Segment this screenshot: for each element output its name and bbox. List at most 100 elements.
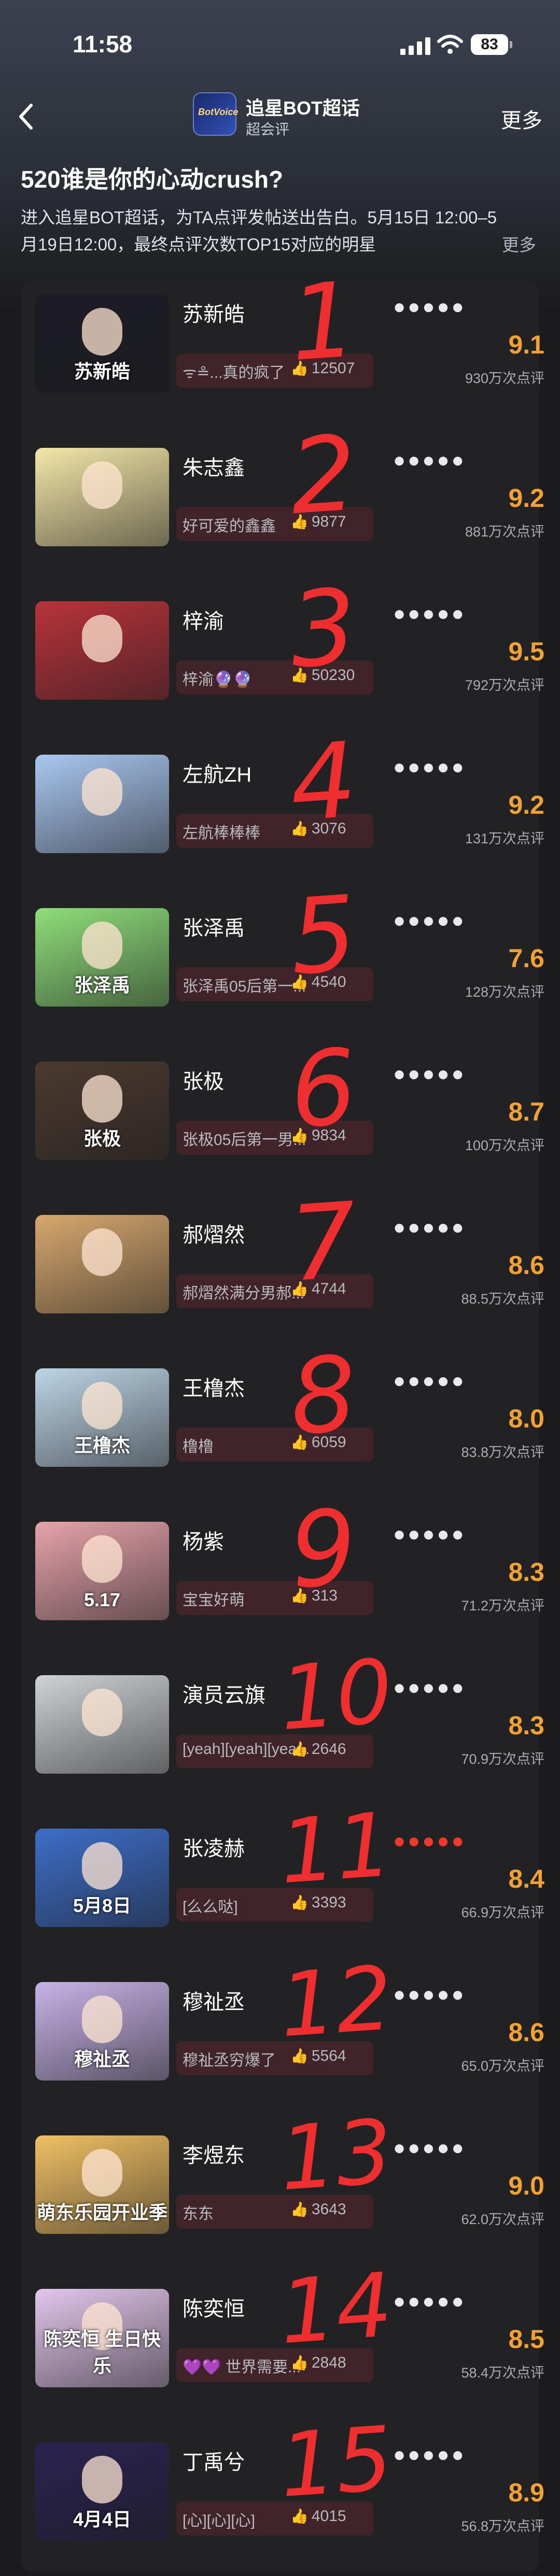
- item-score: 8.0: [508, 1404, 544, 1433]
- item-thumbnail: 4月4日: [35, 2442, 169, 2541]
- apple-rating-icons: ●●●●●: [393, 1676, 466, 1699]
- handwritten-rank: 4: [286, 719, 361, 845]
- thumbnail-caption: 5.17: [83, 1589, 121, 1610]
- handwritten-rank: 3: [286, 566, 361, 692]
- item-name[interactable]: 张凌赫: [183, 1832, 245, 1862]
- apple-rating-icons: ●●●●●: [393, 1369, 466, 1392]
- handwritten-rank: 15: [276, 2407, 396, 2518]
- avatar: [82, 1382, 122, 1429]
- item-thumbnail: 穆祉丞: [35, 1982, 169, 2080]
- list-item[interactable]: 苏新皓 苏新皓 ᯤ≗...真的疯了 👍 12507 ●●●●● 9.1 930万次点评 1: [21, 260, 544, 393]
- item-name[interactable]: 丁禹兮: [183, 2445, 245, 2475]
- more-button[interactable]: 更多: [501, 104, 542, 134]
- avatar: [82, 1689, 122, 1736]
- intro-description: 进入追星BOT超话，为TA点评发帖送出告白。5月15日 12:00–5月19日1…: [21, 208, 497, 254]
- item-thumbnail: [35, 448, 169, 546]
- item-score: 9.2: [508, 790, 544, 819]
- item-name[interactable]: 朱志鑫: [183, 451, 245, 481]
- item-score: 8.6: [508, 2018, 544, 2047]
- list-item[interactable]: 萌东乐园开业季 李煜东 东东 👍 3643 ●●●●● 9.0 62.0万次点评 13: [21, 2101, 544, 2234]
- handwritten-rank: 14: [276, 2254, 396, 2365]
- avatar: [82, 922, 122, 969]
- list-item[interactable]: 郝熠然 郝熠然满分男郝... 👍 4744 ●●●●● 8.6 88.5万次点评 7: [21, 1180, 544, 1313]
- thumbnail-caption: 苏新皓: [74, 361, 130, 382]
- review-count: 100万次点评: [465, 1138, 544, 1153]
- avatar: [82, 461, 122, 509]
- list-item[interactable]: 张泽禹 张泽禹 张泽禹05后第一... 👍 4540 ●●●●● 7.6 128万次点评 5: [21, 873, 544, 1007]
- item-name[interactable]: 演员云旗: [183, 1678, 265, 1708]
- avatar: [82, 2456, 122, 2503]
- handwritten-rank: 5: [286, 873, 361, 999]
- item-score: 8.7: [508, 1097, 544, 1126]
- list-item[interactable]: 陈奕恒 生日快乐 陈奕恒 💜💜 世界需要... 👍 2848 ●●●●● 8.5 58.4万次…: [21, 2254, 544, 2387]
- review-count: 70.9万次点评: [461, 1751, 544, 1767]
- thumbnail-caption: 张极: [83, 1128, 121, 1149]
- item-name[interactable]: 苏新皓: [183, 298, 245, 328]
- item-name[interactable]: 杨紫: [183, 1525, 224, 1555]
- review-count: 88.5万次点评: [461, 1291, 544, 1307]
- thumbnail-caption: 王橹杰: [74, 1435, 130, 1456]
- item-score: 9.1: [508, 330, 544, 359]
- handwritten-rank: 13: [276, 2100, 396, 2211]
- item-thumbnail: 5月8日: [35, 1829, 169, 1927]
- avatar: [82, 615, 122, 662]
- list-item[interactable]: 左航ZH 左航棒棒棒 👍 3076 ●●●●● 9.2 131万次点评 4: [21, 720, 544, 853]
- topic-logo: BotVoice: [193, 92, 238, 136]
- review-count: 66.9万次点评: [461, 1905, 544, 1920]
- item-name[interactable]: 张极: [183, 1065, 224, 1095]
- avatar: [82, 308, 122, 356]
- list-item[interactable]: 5月8日 张凌赫 [么么哒] 👍 3393 ●●●●● 8.4 66.9万次点评 11: [21, 1794, 544, 1927]
- apple-rating-icons: ●●●●●: [393, 2136, 466, 2159]
- apple-rating-icons: ●●●●●: [393, 1063, 466, 1085]
- review-count: 62.0万次点评: [461, 2212, 544, 2227]
- handwritten-rank: 6: [286, 1026, 361, 1152]
- item-name[interactable]: 梓渝: [183, 604, 224, 634]
- item-name[interactable]: 王橹杰: [183, 1371, 245, 1402]
- apple-rating-icons: ●●●●●: [393, 909, 466, 932]
- list-item[interactable]: 4月4日 丁禹兮 [心][心][心] 👍 4015 ●●●●● 8.9 56.8万次点评 15: [21, 2408, 544, 2541]
- handwritten-rank: 7: [286, 1180, 361, 1306]
- item-name[interactable]: 左航ZH: [183, 758, 251, 788]
- item-score: 9.0: [508, 2171, 544, 2200]
- handwritten-rank: 12: [276, 1947, 396, 2058]
- item-name[interactable]: 李煜东: [183, 2139, 245, 2169]
- apple-rating-icons: ●●●●●: [393, 449, 466, 472]
- item-name[interactable]: 张泽禹: [183, 911, 245, 941]
- avatar: [82, 768, 122, 816]
- item-thumbnail: [35, 755, 169, 853]
- review-count: 71.2万次点评: [461, 1598, 544, 1613]
- apple-rating-icons: ●●●●●: [393, 2290, 466, 2313]
- thumbnail-caption: 4月4日: [73, 2509, 132, 2530]
- avatar: [82, 1995, 122, 2043]
- wifi-icon: [437, 35, 463, 54]
- list-item[interactable]: 王橹杰 王橹杰 橹橹 👍 6059 ●●●●● 8.0 83.8万次点评 8: [21, 1334, 544, 1467]
- handwritten-rank: 9: [286, 1487, 361, 1612]
- review-count: 65.0万次点评: [461, 2058, 544, 2074]
- avatar: [82, 1535, 122, 1583]
- handwritten-rank: 1: [286, 259, 361, 385]
- apple-rating-icons: ●●●●●: [393, 1216, 466, 1239]
- apple-rating-icons: ●●●●●: [393, 1523, 466, 1546]
- avatar: [82, 1228, 122, 1276]
- item-thumbnail: 张泽禹: [35, 908, 169, 1007]
- back-button[interactable]: [13, 101, 39, 132]
- thumbnail-caption: 萌东乐园开业季: [36, 2202, 167, 2223]
- intro-more-link[interactable]: 更多: [502, 231, 536, 256]
- apple-rating-icons: ●●●●●: [393, 1830, 466, 1852]
- thumbnail-caption: 张泽禹: [74, 974, 130, 996]
- list-item[interactable]: 穆祉丞 穆祉丞 穆祉丞穷爆了 👍 5564 ●●●●● 8.6 65.0万次点评 12: [21, 1947, 544, 2080]
- item-name[interactable]: 郝熠然: [183, 1218, 245, 1248]
- item-name[interactable]: 陈奕恒: [183, 2292, 245, 2322]
- item-score: 9.5: [508, 637, 544, 666]
- list-item[interactable]: 梓渝 梓渝🔮🔮 👍 50230 ●●●●● 9.5 792万次点评 3: [21, 567, 544, 700]
- page-title: 追星BOT超话: [246, 97, 360, 119]
- list-item[interactable]: 朱志鑫 好可爱的鑫鑫 👍 9877 ●●●●● 9.2 881万次点评 2: [21, 413, 544, 546]
- list-item[interactable]: 演员云旗 [yeah][yeah][yea... 👍 2646 ●●●●● 8.3 70.9…: [21, 1640, 544, 1774]
- item-score: 7.6: [508, 944, 544, 973]
- list-item[interactable]: 张极 张极 张极05后第一男... 👍 9834 ●●●●● 8.7 100万次点评 6: [21, 1027, 544, 1160]
- item-thumbnail: 5.17: [35, 1522, 169, 1620]
- avatar: [82, 1842, 122, 1890]
- item-score: 8.6: [508, 1251, 544, 1280]
- item-name[interactable]: 穆祉丞: [183, 1985, 245, 2015]
- list-item[interactable]: 5.17 杨紫 宝宝好萌 👍 313 ●●●●● 8.3 71.2万次点评 9: [21, 1487, 544, 1620]
